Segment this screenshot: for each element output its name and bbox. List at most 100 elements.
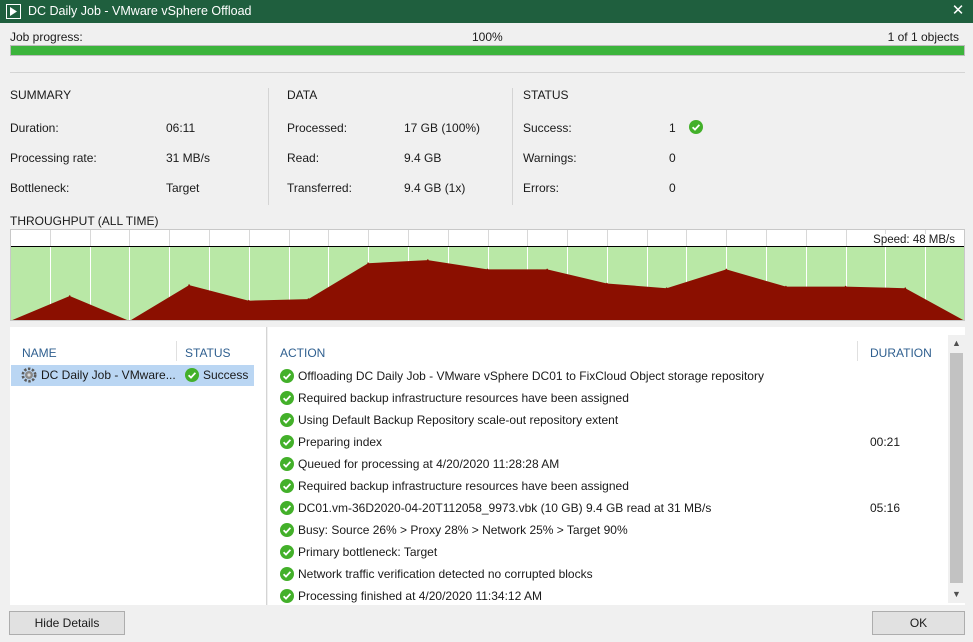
action-duration: 00:21 — [870, 435, 901, 449]
action-row[interactable]: Network traffic verification detected no… — [280, 564, 940, 586]
throughput-chart-svg — [10, 229, 965, 321]
action-text: Preparing index — [298, 435, 383, 449]
success-check-icon — [280, 479, 294, 493]
throughput-data-point — [844, 285, 847, 288]
success-check-icon — [185, 368, 199, 382]
read-value: 9.4 GB — [404, 151, 442, 165]
scroll-thumb[interactable] — [950, 353, 963, 583]
action-row[interactable]: DC01.vm-36D2020-04-20T112058_9973.vbk (1… — [280, 498, 940, 520]
duration-column-header[interactable]: DURATION — [870, 346, 932, 360]
throughput-chart: Speed: 48 MB/s — [10, 229, 965, 321]
action-row[interactable]: Queued for processing at 4/20/2020 11:28… — [280, 454, 940, 476]
action-column-header[interactable]: ACTION — [280, 346, 325, 360]
action-text: Offloading DC Daily Job - VMware vSphere… — [298, 369, 764, 383]
success-check-icon — [280, 413, 294, 427]
action-row[interactable]: Offloading DC Daily Job - VMware vSphere… — [280, 366, 940, 388]
job-progress-label: Job progress: — [10, 30, 83, 44]
action-row[interactable]: Preparing index 00:21 — [280, 432, 940, 454]
throughput-data-point — [904, 287, 907, 289]
section-divider — [512, 88, 513, 205]
success-check-icon — [280, 457, 294, 471]
section-divider — [268, 88, 269, 205]
column-divider — [176, 341, 177, 361]
processing-rate-value: 31 MB/s — [166, 151, 211, 165]
warnings-value: 0 — [669, 151, 676, 165]
scroll-down-icon[interactable]: ▼ — [948, 586, 965, 603]
duration-label: Duration: — [10, 121, 59, 135]
job-progress-bar — [10, 45, 965, 56]
warnings-label: Warnings: — [523, 151, 577, 165]
scroll-up-icon[interactable]: ▲ — [948, 335, 965, 352]
bottleneck-value: Target — [166, 181, 200, 195]
objects-panel: NAME STATUS DC Daily Job - VMware... Suc… — [10, 327, 267, 605]
success-check-icon — [280, 501, 294, 515]
transferred-label: Transferred: — [287, 181, 352, 195]
name-column-header[interactable]: NAME — [22, 346, 57, 360]
summary-heading: SUMMARY — [10, 88, 72, 102]
action-text: Required backup infrastructure resources… — [298, 391, 629, 405]
success-check-icon — [280, 391, 294, 405]
window-title: DC Daily Job - VMware vSphere Offload — [28, 4, 252, 18]
success-check-icon — [280, 589, 294, 603]
success-check-icon — [280, 435, 294, 449]
errors-label: Errors: — [523, 181, 559, 195]
success-value: 1 — [669, 121, 676, 135]
throughput-heading: THROUGHPUT (ALL TIME) — [10, 214, 159, 228]
action-row[interactable]: Busy: Source 26% > Proxy 28% > Network 2… — [280, 520, 940, 542]
gear-vm-icon — [21, 367, 37, 383]
action-duration: 05:16 — [870, 501, 901, 515]
throughput-data-point — [665, 287, 668, 289]
processed-label: Processed: — [287, 121, 348, 135]
close-icon[interactable]: ✕ — [943, 0, 973, 23]
action-row[interactable]: Processing finished at 4/20/2020 11:34:1… — [280, 586, 940, 608]
throughput-data-point — [367, 262, 369, 264]
object-name: DC Daily Job - VMware... — [41, 368, 176, 382]
job-progress-count: 1 of 1 objects — [887, 30, 959, 44]
action-log-list: Offloading DC Daily Job - VMware vSphere… — [280, 366, 940, 608]
title-bar: DC Daily Job - VMware vSphere Offload ✕ — [0, 0, 973, 23]
speed-label: Speed: 48 MB/s — [871, 234, 957, 246]
status-heading: STATUS — [523, 88, 569, 102]
processing-rate-label: Processing rate: — [10, 151, 97, 165]
action-text: Primary bottleneck: Target — [298, 545, 438, 559]
action-row[interactable]: Required backup infrastructure resources… — [280, 388, 940, 410]
column-divider — [857, 341, 858, 361]
throughput-data-point — [606, 282, 608, 285]
object-row[interactable]: DC Daily Job - VMware... Success — [11, 365, 254, 386]
action-text: Queued for processing at 4/20/2020 11:28… — [298, 457, 560, 471]
throughput-data-point — [785, 285, 787, 288]
status-column-header[interactable]: STATUS — [185, 346, 231, 360]
success-check-icon — [280, 567, 294, 581]
action-row[interactable]: Using Default Backup Repository scale-ou… — [280, 410, 940, 432]
processed-value: 17 GB (100%) — [404, 121, 481, 135]
object-status: Success — [203, 368, 249, 382]
job-progress-fill — [11, 46, 964, 55]
action-text: Processing finished at 4/20/2020 11:34:1… — [298, 589, 542, 603]
success-label: Success: — [523, 121, 572, 135]
throughput-data-point — [427, 259, 429, 261]
action-text: Required backup infrastructure resources… — [298, 479, 629, 493]
vertical-scrollbar[interactable]: ▲ ▼ — [948, 335, 965, 603]
success-check-icon — [280, 523, 294, 537]
app-icon — [6, 4, 21, 19]
bottleneck-label: Bottleneck: — [10, 181, 70, 195]
action-row[interactable]: Primary bottleneck: Target — [280, 542, 940, 564]
throughput-data-point — [188, 284, 190, 286]
throughput-data-point — [248, 299, 250, 302]
data-heading: DATA — [287, 88, 318, 102]
ok-button[interactable]: OK — [872, 611, 965, 635]
hide-details-button[interactable]: Hide Details — [9, 611, 125, 635]
action-row[interactable]: Required backup infrastructure resources… — [280, 476, 940, 498]
throughput-data-point — [486, 268, 489, 271]
action-text: Busy: Source 26% > Proxy 28% > Network 2… — [298, 523, 628, 537]
throughput-data-point — [307, 298, 310, 300]
action-text: Using Default Backup Repository scale-ou… — [298, 413, 619, 427]
success-check-icon — [280, 545, 294, 559]
success-check-icon — [280, 369, 294, 383]
job-progress-percent: 100% — [472, 30, 503, 44]
read-label: Read: — [287, 151, 320, 165]
errors-value: 0 — [669, 181, 676, 195]
divider — [10, 72, 965, 73]
success-check-icon — [689, 120, 703, 134]
throughput-data-point — [725, 268, 728, 271]
